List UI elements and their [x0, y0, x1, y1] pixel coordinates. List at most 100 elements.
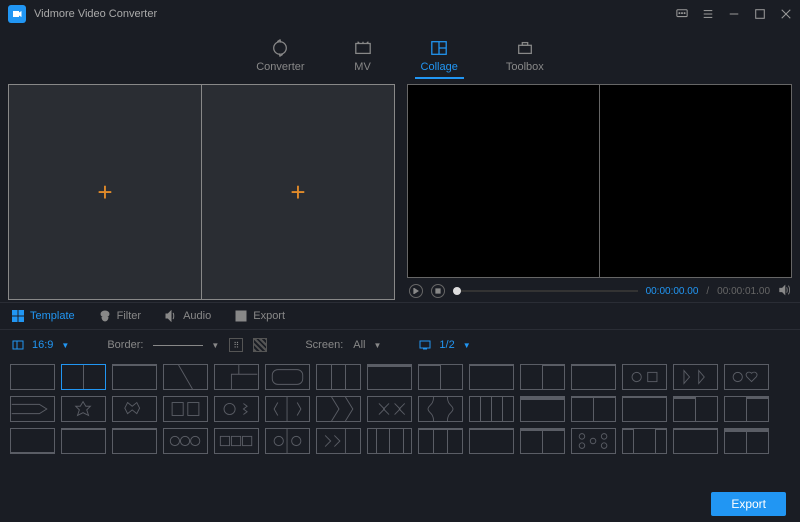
template-item[interactable]	[724, 396, 769, 422]
time-current: 00:00:00.00	[646, 286, 699, 297]
tab-label: MV	[354, 61, 371, 73]
subtab-label: Filter	[117, 310, 141, 322]
template-item[interactable]	[418, 364, 463, 390]
page-indicator[interactable]: 1/2 ▼	[419, 339, 470, 351]
template-item[interactable]	[163, 396, 208, 422]
template-item[interactable]	[112, 364, 157, 390]
template-item[interactable]	[61, 364, 106, 390]
template-item[interactable]	[469, 364, 514, 390]
template-item[interactable]	[316, 428, 361, 454]
template-item[interactable]	[367, 428, 412, 454]
template-item[interactable]	[61, 396, 106, 422]
monitor-icon	[419, 340, 431, 350]
border-color-picker[interactable]: ⠿	[229, 338, 243, 352]
template-item[interactable]	[214, 428, 259, 454]
chevron-down-icon: ▼	[211, 341, 219, 350]
template-item[interactable]	[571, 364, 616, 390]
template-item[interactable]	[622, 396, 667, 422]
template-item[interactable]	[367, 364, 412, 390]
template-item[interactable]	[265, 364, 310, 390]
subtab-label: Audio	[183, 310, 211, 322]
export-button[interactable]: Export	[711, 492, 786, 516]
preview-pane	[600, 85, 791, 277]
template-item[interactable]	[622, 364, 667, 390]
template-item[interactable]	[520, 364, 565, 390]
collage-slot[interactable]: +	[9, 85, 202, 299]
time-duration: 00:00:01.00	[717, 286, 770, 297]
template-item[interactable]	[673, 396, 718, 422]
screen-dropdown[interactable]: All ▼	[353, 339, 381, 351]
template-item[interactable]	[724, 428, 769, 454]
template-item[interactable]	[10, 396, 55, 422]
feedback-icon[interactable]	[676, 8, 688, 20]
template-item[interactable]	[265, 428, 310, 454]
tab-mv[interactable]: MV	[353, 39, 373, 73]
close-icon[interactable]	[780, 8, 792, 20]
template-item[interactable]	[214, 396, 259, 422]
template-item[interactable]	[520, 428, 565, 454]
volume-icon[interactable]	[778, 284, 790, 299]
border-line-preview	[153, 345, 203, 346]
template-toolbar: 16:9 ▼ Border: ▼ ⠿ Screen: All ▼ 1/2 ▼	[0, 330, 800, 360]
subtab-label: Template	[30, 310, 75, 322]
template-item[interactable]	[622, 428, 667, 454]
preview-viewport	[407, 84, 792, 278]
subtab-filter[interactable]: Filter	[99, 310, 141, 322]
template-item[interactable]	[10, 428, 55, 454]
template-item[interactable]	[418, 396, 463, 422]
subtab-audio[interactable]: Audio	[165, 310, 211, 322]
template-item[interactable]	[673, 428, 718, 454]
screen-label: Screen:	[305, 339, 343, 351]
ratio-value: 16:9	[32, 339, 53, 351]
template-item[interactable]	[520, 396, 565, 422]
template-item[interactable]	[469, 396, 514, 422]
tab-label: Toolbox	[506, 61, 544, 73]
transport-bar: 00:00:00.00/00:00:01.00	[407, 278, 792, 300]
template-item[interactable]	[112, 428, 157, 454]
template-item[interactable]	[571, 396, 616, 422]
template-item[interactable]	[265, 396, 310, 422]
template-item[interactable]	[673, 364, 718, 390]
plus-icon: +	[290, 177, 305, 208]
chevron-down-icon: ▼	[463, 341, 471, 350]
template-item[interactable]	[724, 364, 769, 390]
sub-tabs: Template Filter Audio Export	[0, 302, 800, 330]
stop-button[interactable]	[431, 284, 445, 298]
menu-icon[interactable]	[702, 8, 714, 20]
screen-value: All	[353, 339, 365, 351]
tab-collage[interactable]: Collage	[421, 39, 458, 73]
seek-bar[interactable]	[453, 290, 638, 292]
template-item[interactable]	[61, 428, 106, 454]
border-style-dropdown[interactable]: ▼	[153, 341, 219, 350]
template-item[interactable]	[163, 428, 208, 454]
template-item[interactable]	[316, 396, 361, 422]
template-item[interactable]	[367, 396, 412, 422]
mv-icon	[353, 39, 373, 57]
ratio-dropdown[interactable]: 16:9 ▼	[12, 339, 69, 351]
app-logo	[8, 5, 26, 23]
maximize-icon[interactable]	[754, 8, 766, 20]
template-item[interactable]	[10, 364, 55, 390]
tab-converter[interactable]: Converter	[256, 39, 304, 73]
template-item[interactable]	[571, 428, 616, 454]
subtab-export[interactable]: Export	[235, 310, 285, 322]
template-item[interactable]	[112, 396, 157, 422]
tab-toolbox[interactable]: Toolbox	[506, 39, 544, 73]
subtab-label: Export	[253, 310, 285, 322]
border-pattern-picker[interactable]	[253, 338, 267, 352]
template-item[interactable]	[163, 364, 208, 390]
template-item[interactable]	[214, 364, 259, 390]
page-value: 1/2	[439, 339, 454, 351]
template-item[interactable]	[418, 428, 463, 454]
template-icon	[12, 310, 24, 322]
subtab-template[interactable]: Template	[12, 310, 75, 322]
template-item[interactable]	[316, 364, 361, 390]
window-controls	[676, 8, 792, 20]
workspace: + + 00:00:00.00/00:00:01.00	[0, 84, 800, 300]
minimize-icon[interactable]	[728, 8, 740, 20]
collage-slot[interactable]: +	[202, 85, 394, 299]
play-button[interactable]	[409, 284, 423, 298]
preview-pane	[408, 85, 600, 277]
template-item[interactable]	[469, 428, 514, 454]
preview-panel: 00:00:00.00/00:00:01.00	[407, 84, 792, 300]
